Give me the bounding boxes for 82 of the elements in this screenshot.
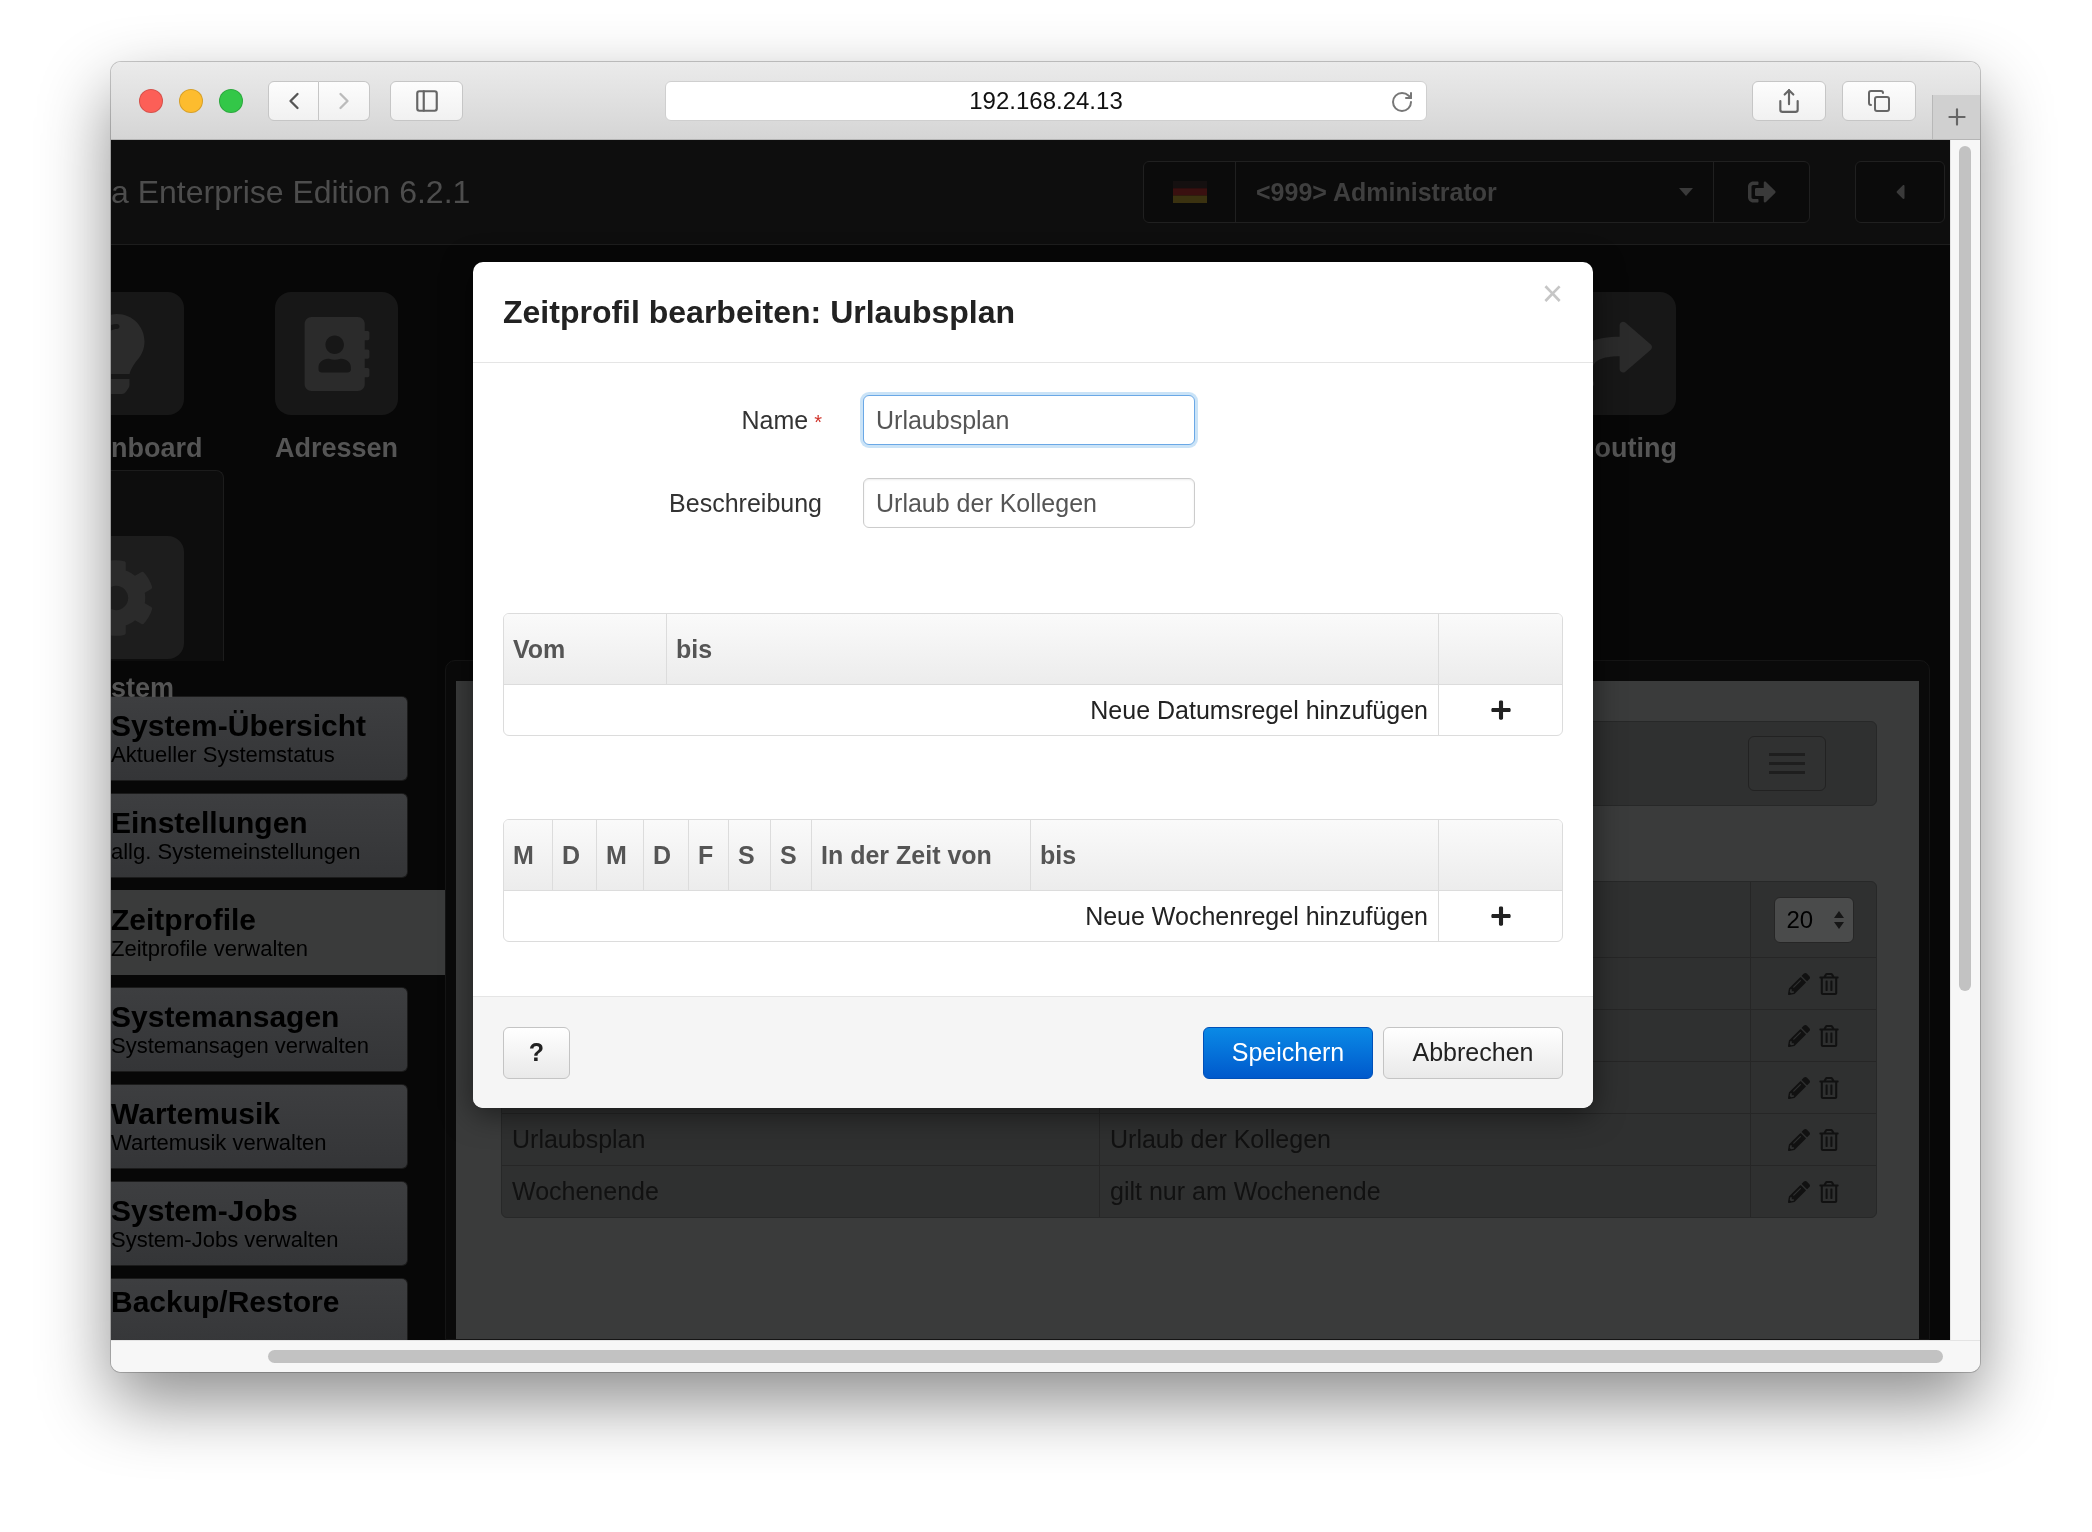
launcher-tile[interactable] <box>111 292 184 415</box>
sidebar-item-subtitle: Systemansagen verwalten <box>111 1033 371 1059</box>
launcher-tile[interactable] <box>275 292 398 415</box>
column-header: S <box>729 820 771 890</box>
horizontal-scrollbar[interactable] <box>111 1340 1980 1372</box>
help-button[interactable]: ? <box>503 1026 570 1079</box>
sidebar-item-title: System-Jobs <box>111 1194 299 1227</box>
launcher-label: outing <box>1594 433 1677 464</box>
column-header: M <box>597 820 644 890</box>
launcher-tile[interactable] <box>111 536 184 659</box>
sidebar-item-subtitle: allg. Systemeinstellungen <box>111 839 362 865</box>
sidebar-item-subtitle: Wartemusik verwalten <box>111 1130 328 1156</box>
forward-button[interactable] <box>319 80 370 121</box>
share-icon <box>1776 87 1802 114</box>
required-mark: * <box>814 410 822 434</box>
column-header: D <box>644 820 689 890</box>
tabs-button[interactable] <box>1842 80 1916 121</box>
plus-icon <box>1489 905 1512 927</box>
share-button[interactable] <box>1752 80 1826 121</box>
close-button[interactable]: × <box>1541 276 1563 312</box>
collapse-button[interactable] <box>1855 161 1945 223</box>
trash-icon[interactable] <box>1817 1024 1840 1047</box>
field-label: Beschreibung <box>669 488 822 518</box>
launcher-label: nboard <box>111 433 203 464</box>
sidebar-item[interactable]: System-Jobs System-Jobs verwalten <box>111 1181 408 1266</box>
cancel-button[interactable]: Abbrechen <box>1383 1026 1563 1079</box>
vertical-scrollbar[interactable] <box>1950 140 1980 1340</box>
sidebar-item[interactable]: Systemansagen Systemansagen verwalten <box>111 987 408 1072</box>
sidebar-item[interactable]: System-Übersicht Aktueller Systemstatus <box>111 696 408 781</box>
add-rule-label: Neue Wochenregel hinzufügen <box>1085 901 1428 931</box>
minimize-window-button[interactable] <box>179 88 203 113</box>
address-bar[interactable]: 192.168.24.13 <box>665 80 1427 121</box>
back-button[interactable] <box>268 80 319 121</box>
column-header: bis <box>667 614 1439 684</box>
sidebar-button[interactable] <box>390 80 463 121</box>
column-header: M <box>504 820 553 890</box>
edit-icon[interactable] <box>1787 1024 1810 1047</box>
sidebar-item-title: System-Übersicht <box>111 709 368 742</box>
sidebar-item[interactable]: Zeitprofile Zeitprofile verwalten <box>111 890 445 975</box>
close-window-button[interactable] <box>139 88 163 113</box>
edit-icon[interactable] <box>1787 1128 1810 1151</box>
sidebar-item[interactable]: Wartemusik Wartemusik verwalten <box>111 1084 408 1169</box>
sidebar-item-title: Backup/Restore <box>111 1285 341 1318</box>
edit-icon[interactable] <box>1787 1180 1810 1203</box>
text-field[interactable]: Urlaub der Kollegen <box>863 478 1195 528</box>
sidebar-item-subtitle: Aktueller Systemstatus <box>111 742 336 768</box>
tabs-icon <box>1867 88 1891 113</box>
sidebar-item-subtitle: System-Jobs verwalten <box>111 1227 340 1253</box>
trash-icon[interactable] <box>1817 1128 1840 1151</box>
column-header: F <box>689 820 729 890</box>
edit-icon[interactable] <box>1787 972 1810 995</box>
sidebar-item-title: Wartemusik <box>111 1097 281 1130</box>
sidebar-item[interactable]: Einstellungen allg. Systemeinstellungen <box>111 793 408 878</box>
trash-icon[interactable] <box>1817 1180 1840 1203</box>
sidebar-icon <box>413 87 440 114</box>
add-rule-label: Neue Datumsregel hinzufügen <box>1090 695 1428 725</box>
column-header: D <box>553 820 597 890</box>
flag-icon <box>1172 181 1207 203</box>
sidebar-item-title: Zeitprofile <box>111 903 257 936</box>
field-label: Name <box>741 405 809 435</box>
new-tab-button[interactable] <box>1932 95 1980 139</box>
page-size-select[interactable]: 20 <box>1773 896 1854 943</box>
caret-icon <box>1679 188 1693 196</box>
edit-icon[interactable] <box>1787 1076 1810 1099</box>
column-header: S <box>771 820 812 890</box>
trash-icon[interactable] <box>1817 1076 1840 1099</box>
column-header: Vom <box>504 614 667 684</box>
column-header: In der Zeit von <box>812 820 1031 890</box>
text-field[interactable]: Urlaubsplan <box>863 395 1195 445</box>
column-header: bis <box>1031 820 1439 890</box>
dialog-title: Zeitprofil bearbeiten: Urlaubsplan <box>503 293 1016 331</box>
sidebar-item-subtitle: Zeitprofile verwalten <box>111 936 309 962</box>
maximize-window-button[interactable] <box>219 88 243 113</box>
reload-icon[interactable] <box>1390 89 1414 114</box>
sidebar-item-title: Systemansagen <box>111 1000 341 1033</box>
save-button[interactable]: Speichern <box>1203 1026 1373 1079</box>
app-title: a Enterprise Edition 6.2.1 <box>111 173 471 211</box>
launcher-label: Adressen <box>274 433 399 464</box>
plus-icon <box>1489 699 1512 721</box>
sidebar-item-title: Einstellungen <box>111 806 309 839</box>
trash-icon[interactable] <box>1817 972 1840 995</box>
sidebar-item[interactable]: Backup/Restore <box>111 1278 408 1340</box>
